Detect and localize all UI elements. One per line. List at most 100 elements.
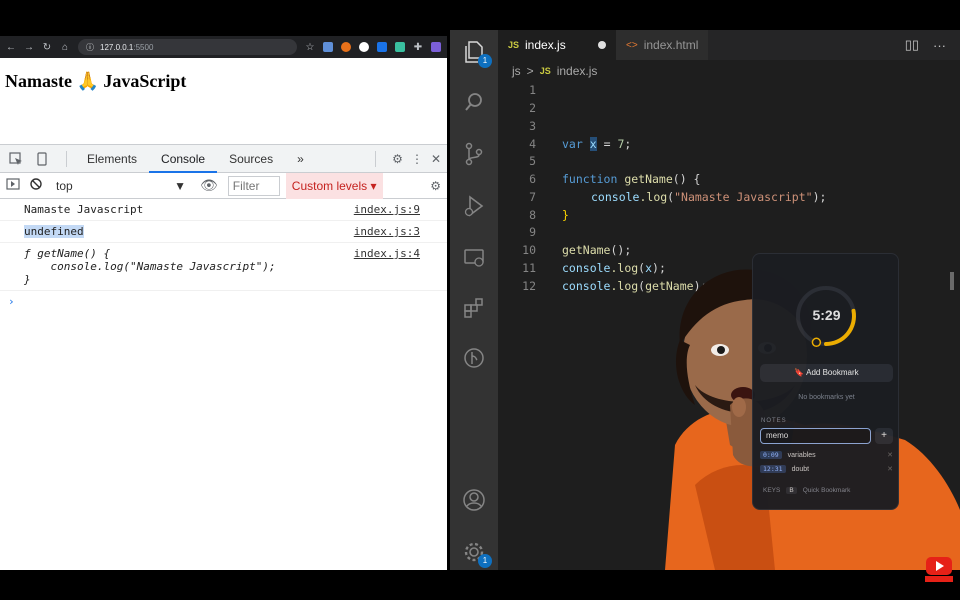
extension-icon[interactable] (323, 42, 333, 52)
tab-label: index.html (643, 38, 699, 52)
note-timestamp[interactable]: 0:09 (760, 451, 782, 459)
line-number: 8 (529, 208, 536, 222)
git-graph-icon[interactable] (460, 344, 488, 372)
empty-bookmarks-text: No bookmarks yet (798, 394, 855, 401)
page-title: Namaste 🙏 JavaScript (5, 71, 187, 91)
account-icon[interactable] (460, 486, 488, 514)
console-message-text: undefined (24, 225, 84, 238)
manage-gear-icon[interactable]: 1 (460, 538, 492, 568)
profile-icon[interactable] (431, 42, 441, 52)
filter-input[interactable] (227, 175, 280, 196)
add-note-button[interactable]: + (875, 428, 893, 444)
breadcrumb-separator: > (526, 64, 534, 78)
timer-knob[interactable] (811, 337, 822, 348)
breadcrumb-file[interactable]: index.js (557, 64, 598, 78)
log-levels-dropdown[interactable]: Custom levels ▾ (285, 172, 383, 199)
video-frame: ← → ↻ ⌂ ⓘ 127.0.0.1:5500 ☆ ✚ Namaste 🙏 J… (0, 0, 960, 600)
sidebar-toggle-icon[interactable] (6, 178, 20, 193)
note-timestamp[interactable]: 12:31 (760, 465, 786, 473)
notes-header: NOTES (761, 418, 787, 424)
line-number: 5 (529, 154, 536, 168)
shortcut-action: Quick Bookmark (802, 487, 851, 494)
extension-icon[interactable] (377, 42, 387, 52)
star-icon[interactable]: ☆ (305, 42, 315, 53)
run-debug-icon[interactable] (460, 192, 488, 220)
live-expression-eye-icon[interactable]: 👁 (200, 177, 218, 194)
search-icon[interactable] (460, 88, 488, 116)
add-bookmark-button[interactable]: 🔖 Add Bookmark (760, 364, 893, 382)
context-select[interactable]: top ▼ (52, 179, 190, 193)
address-bar[interactable]: ⓘ 127.0.0.1:5500 (78, 39, 297, 55)
line-number: 11 (522, 261, 536, 275)
tab-sources[interactable]: Sources (217, 145, 285, 173)
line-number: 4 (529, 137, 536, 151)
url-host: 127.0.0.1 (100, 42, 134, 52)
inspect-icon[interactable] (6, 149, 26, 169)
divider (66, 150, 67, 167)
line-number: 1 (529, 83, 536, 97)
console-settings-icon[interactable]: ⚙ (430, 179, 447, 193)
device-toggle-icon[interactable] (32, 149, 52, 169)
javascript-file-icon: JS (508, 40, 520, 50)
extension-icon[interactable] (341, 42, 351, 52)
extensions-icon[interactable] (460, 294, 488, 322)
explorer-badge: 1 (478, 54, 492, 68)
keys-label: KEYS (763, 487, 781, 494)
tab-console[interactable]: Console (149, 145, 218, 173)
line-number: 2 (529, 101, 536, 115)
split-editor-icon[interactable]: ▯▯ (905, 37, 919, 53)
forward-icon[interactable]: → (24, 42, 34, 53)
clear-console-icon[interactable] (30, 178, 42, 193)
line-number: 9 (529, 225, 536, 239)
unsaved-dot-icon[interactable] (598, 41, 606, 49)
note-text: variables (787, 451, 816, 459)
remote-explorer-icon[interactable] (460, 244, 488, 272)
chevron-down-icon: ▼ (174, 178, 186, 193)
console-output: Namaste Javascript index.js:9 undefined … (0, 199, 447, 312)
console-message: undefined index.js:3 (0, 221, 447, 243)
delete-note-icon[interactable]: ✕ (887, 451, 893, 459)
note-input[interactable]: memo (760, 428, 871, 444)
back-icon[interactable]: ← (6, 42, 16, 53)
browser-window: ← → ↻ ⌂ ⓘ 127.0.0.1:5500 ☆ ✚ Namaste 🙏 J… (0, 36, 447, 570)
extension-icon[interactable] (395, 42, 405, 52)
video-timer-widget: 5:29 🔖 Add Bookmark No bookmarks yet NOT… (752, 253, 899, 510)
close-icon[interactable]: ✕ (431, 152, 441, 166)
console-prompt[interactable]: › (0, 291, 447, 312)
console-message: Namaste Javascript index.js:9 (0, 199, 447, 221)
timer-ring (796, 286, 856, 348)
breadcrumb-folder[interactable]: js (512, 64, 521, 78)
settings-gear-icon[interactable]: ⚙ (392, 152, 403, 166)
tab-index-js[interactable]: JS index.js (498, 30, 616, 60)
kebab-menu-icon[interactable]: ⋮ (411, 152, 423, 166)
line-number: 10 (522, 243, 536, 257)
note-item[interactable]: 12:31 doubt ✕ (760, 463, 893, 475)
extension-icon[interactable] (359, 42, 369, 52)
note-item[interactable]: 0:09 variables ✕ (760, 449, 893, 461)
tab-elements[interactable]: Elements (75, 145, 149, 173)
browser-toolbar: ← → ↻ ⌂ ⓘ 127.0.0.1:5500 ☆ ✚ (0, 36, 447, 58)
tab-index-html[interactable]: <> index.html (616, 30, 709, 60)
breadcrumb: js > JS index.js (512, 64, 597, 78)
youtube-subscribe-logo[interactable] (925, 556, 953, 582)
source-link[interactable]: index.js:3 (354, 225, 420, 238)
more-actions-icon[interactable]: ··· (933, 38, 946, 53)
source-link[interactable]: index.js:4 (354, 247, 420, 260)
explorer-icon[interactable]: 1 (460, 38, 492, 68)
home-icon[interactable]: ⌂ (60, 42, 70, 53)
puzzle-icon[interactable]: ✚ (413, 42, 423, 53)
activity-bar: 1 1 (450, 30, 498, 570)
editor-tabbar: JS index.js <> index.html ▯▯ ··· (498, 30, 960, 60)
source-link[interactable]: index.js:9 (354, 203, 420, 216)
reload-icon[interactable]: ↻ (42, 42, 52, 53)
line-number: 6 (529, 172, 536, 186)
line-number: 3 (529, 119, 536, 133)
settings-badge: 1 (478, 554, 492, 568)
console-message-text: Namaste Javascript (24, 203, 144, 216)
delete-note-icon[interactable]: ✕ (887, 465, 893, 473)
shortcut-hint: KEYS B Quick Bookmark (763, 487, 850, 494)
more-tabs-icon[interactable]: » (285, 145, 316, 173)
source-control-icon[interactable] (460, 140, 488, 168)
context-value: top (56, 178, 73, 193)
add-bookmark-label: Add Bookmark (806, 368, 859, 377)
